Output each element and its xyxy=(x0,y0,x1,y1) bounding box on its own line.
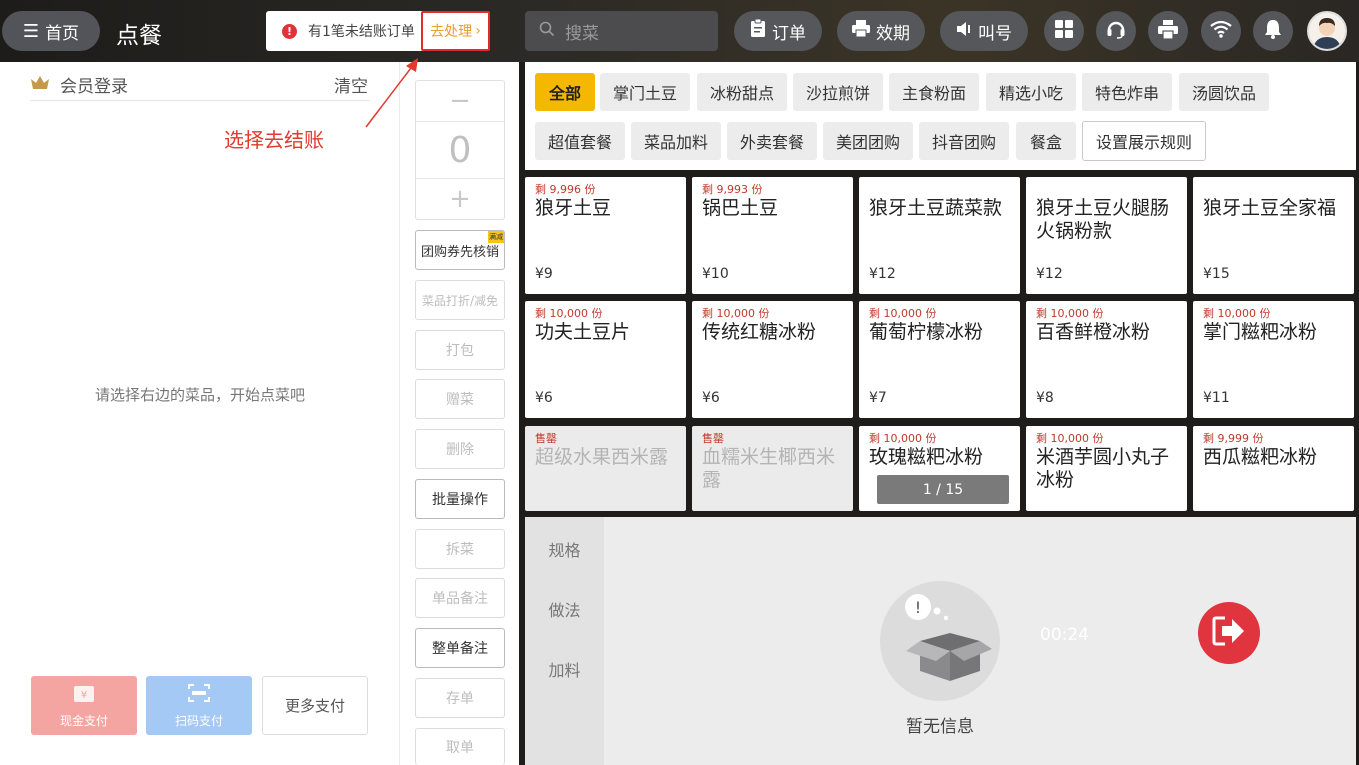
tab-addon[interactable]: 加料 xyxy=(525,657,604,681)
stock-label xyxy=(1036,181,1177,195)
stock-label: 剩 10,000 份 xyxy=(535,307,603,320)
dish-price: ¥15 xyxy=(1203,266,1230,282)
dish-card-sold-out[interactable]: 售罄 血糯米生椰西米露 xyxy=(692,426,853,511)
dish-card[interactable]: 剩 9,996 份狼牙土豆 ¥9 xyxy=(525,177,686,294)
dish-name: 狼牙土豆蔬菜款 xyxy=(869,197,1003,219)
detail-tabs: 规格 做法 加料 xyxy=(525,517,604,765)
dish-card[interactable]: 剩 10,000 份传统红糖冰粉 ¥6 xyxy=(692,301,853,418)
category-item[interactable]: 精选小吃 xyxy=(986,73,1076,111)
dish-name: 葡萄柠檬冰粉 xyxy=(869,321,984,343)
stock-label xyxy=(869,181,1010,195)
stock-label: 售罄 xyxy=(702,432,724,445)
dish-card[interactable]: 剩 10,000 份掌门糍粑冰粉 ¥11 xyxy=(1193,301,1354,418)
dish-name: 传统红糖冰粉 xyxy=(702,321,817,343)
dish-name: 功夫土豆片 xyxy=(535,321,631,343)
category-item[interactable]: 沙拉煎饼 xyxy=(793,73,883,111)
tab-method[interactable]: 做法 xyxy=(525,597,604,621)
dish-price: ¥12 xyxy=(869,266,896,282)
stock-label: 剩 9,996 份 xyxy=(535,183,596,196)
category-item[interactable]: 超值套餐 xyxy=(535,122,625,160)
stock-label xyxy=(1203,181,1344,195)
dish-card[interactable]: 剩 9,999 份西瓜糍粑冰粉 xyxy=(1193,426,1354,511)
timer-readout: 00:24 xyxy=(1040,625,1089,645)
dish-name: 狼牙土豆火腿肠火锅粉款 xyxy=(1036,197,1170,242)
dish-name: 血糯米生椰西米露 xyxy=(702,446,836,491)
dish-price: ¥7 xyxy=(869,390,887,406)
dish-card[interactable]: 剩 9,993 份锅巴土豆 ¥10 xyxy=(692,177,853,294)
dish-card[interactable]: 狼牙土豆全家福 ¥15 xyxy=(1193,177,1354,294)
dish-price: ¥12 xyxy=(1036,266,1063,282)
stock-label: 剩 10,000 份 xyxy=(1036,432,1104,445)
stock-label: 剩 10,000 份 xyxy=(1036,307,1104,320)
stock-label: 剩 10,000 份 xyxy=(869,432,937,445)
dish-card[interactable]: 剩 10,000 份葡萄柠檬冰粉 ¥7 xyxy=(859,301,1020,418)
category-bar: 全部 掌门土豆 冰粉甜点 沙拉煎饼 主食粉面 精选小吃 特色炸串 汤圆饮品 超值… xyxy=(525,62,1356,170)
exit-icon xyxy=(1212,616,1246,650)
dish-detail-panel: 规格 做法 加料 ! 暂无信息 00:24 xyxy=(525,517,1356,765)
category-item[interactable]: 美团团购 xyxy=(823,122,913,160)
dish-card[interactable]: 狼牙土豆火腿肠火锅粉款 ¥12 xyxy=(1026,177,1187,294)
page-indicator[interactable]: 1 / 15 xyxy=(877,475,1009,504)
dish-name: 超级水果西米露 xyxy=(535,446,669,468)
display-rules-button[interactable]: 设置展示规则 xyxy=(1082,121,1206,161)
dish-card-sold-out[interactable]: 售罄 超级水果西米露 xyxy=(525,426,686,511)
dish-price: ¥10 xyxy=(702,266,729,282)
category-all[interactable]: 全部 xyxy=(535,73,595,111)
stock-label: 售罄 xyxy=(535,432,557,445)
dish-card[interactable]: 狼牙土豆蔬菜款 ¥12 xyxy=(859,177,1020,294)
stock-label: 剩 10,000 份 xyxy=(869,307,937,320)
dish-card[interactable]: 剩 10,000 份米酒芋圆小丸子冰粉 xyxy=(1026,426,1187,511)
stock-label: 剩 9,999 份 xyxy=(1203,432,1264,445)
dish-name: 玫瑰糍粑冰粉 xyxy=(869,446,984,468)
category-item[interactable]: 汤圆饮品 xyxy=(1179,73,1269,111)
dish-price: ¥6 xyxy=(535,390,553,406)
empty-state-text: 暂无信息 xyxy=(906,717,974,737)
svg-text:!: ! xyxy=(915,598,921,617)
stock-label: 剩 9,993 份 xyxy=(702,183,763,196)
dish-price: ¥8 xyxy=(1036,390,1054,406)
dish-price: ¥6 xyxy=(702,390,720,406)
category-item[interactable]: 外卖套餐 xyxy=(727,122,817,160)
category-item[interactable]: 掌门土豆 xyxy=(600,73,690,111)
dish-name: 百香鲜橙冰粉 xyxy=(1036,321,1151,343)
tab-spec[interactable]: 规格 xyxy=(525,537,604,561)
category-item[interactable]: 冰粉甜点 xyxy=(697,73,787,111)
stock-label: 剩 10,000 份 xyxy=(1203,307,1271,320)
category-item[interactable]: 菜品加料 xyxy=(631,122,721,160)
dish-name: 锅巴土豆 xyxy=(702,197,779,219)
exit-button[interactable] xyxy=(1198,602,1260,664)
category-item[interactable]: 特色炸串 xyxy=(1082,73,1172,111)
dish-price: ¥9 xyxy=(535,266,553,282)
dish-name: 西瓜糍粑冰粉 xyxy=(1203,446,1318,468)
category-item[interactable]: 主食粉面 xyxy=(889,73,979,111)
category-item[interactable]: 餐盒 xyxy=(1016,122,1076,160)
dish-card[interactable]: 剩 10,000 份百香鲜橙冰粉 ¥8 xyxy=(1026,301,1187,418)
category-item[interactable]: 抖音团购 xyxy=(919,122,1009,160)
dish-name: 米酒芋圆小丸子冰粉 xyxy=(1036,446,1170,491)
stock-label: 剩 10,000 份 xyxy=(702,307,770,320)
dish-name: 掌门糍粑冰粉 xyxy=(1203,321,1318,343)
dish-price: ¥11 xyxy=(1203,390,1230,406)
empty-box-icon: ! xyxy=(880,581,1000,701)
dish-name: 狼牙土豆全家福 xyxy=(1203,197,1337,219)
dish-name: 狼牙土豆 xyxy=(535,197,612,219)
dish-card[interactable]: 剩 10,000 份功夫土豆片 ¥6 xyxy=(525,301,686,418)
